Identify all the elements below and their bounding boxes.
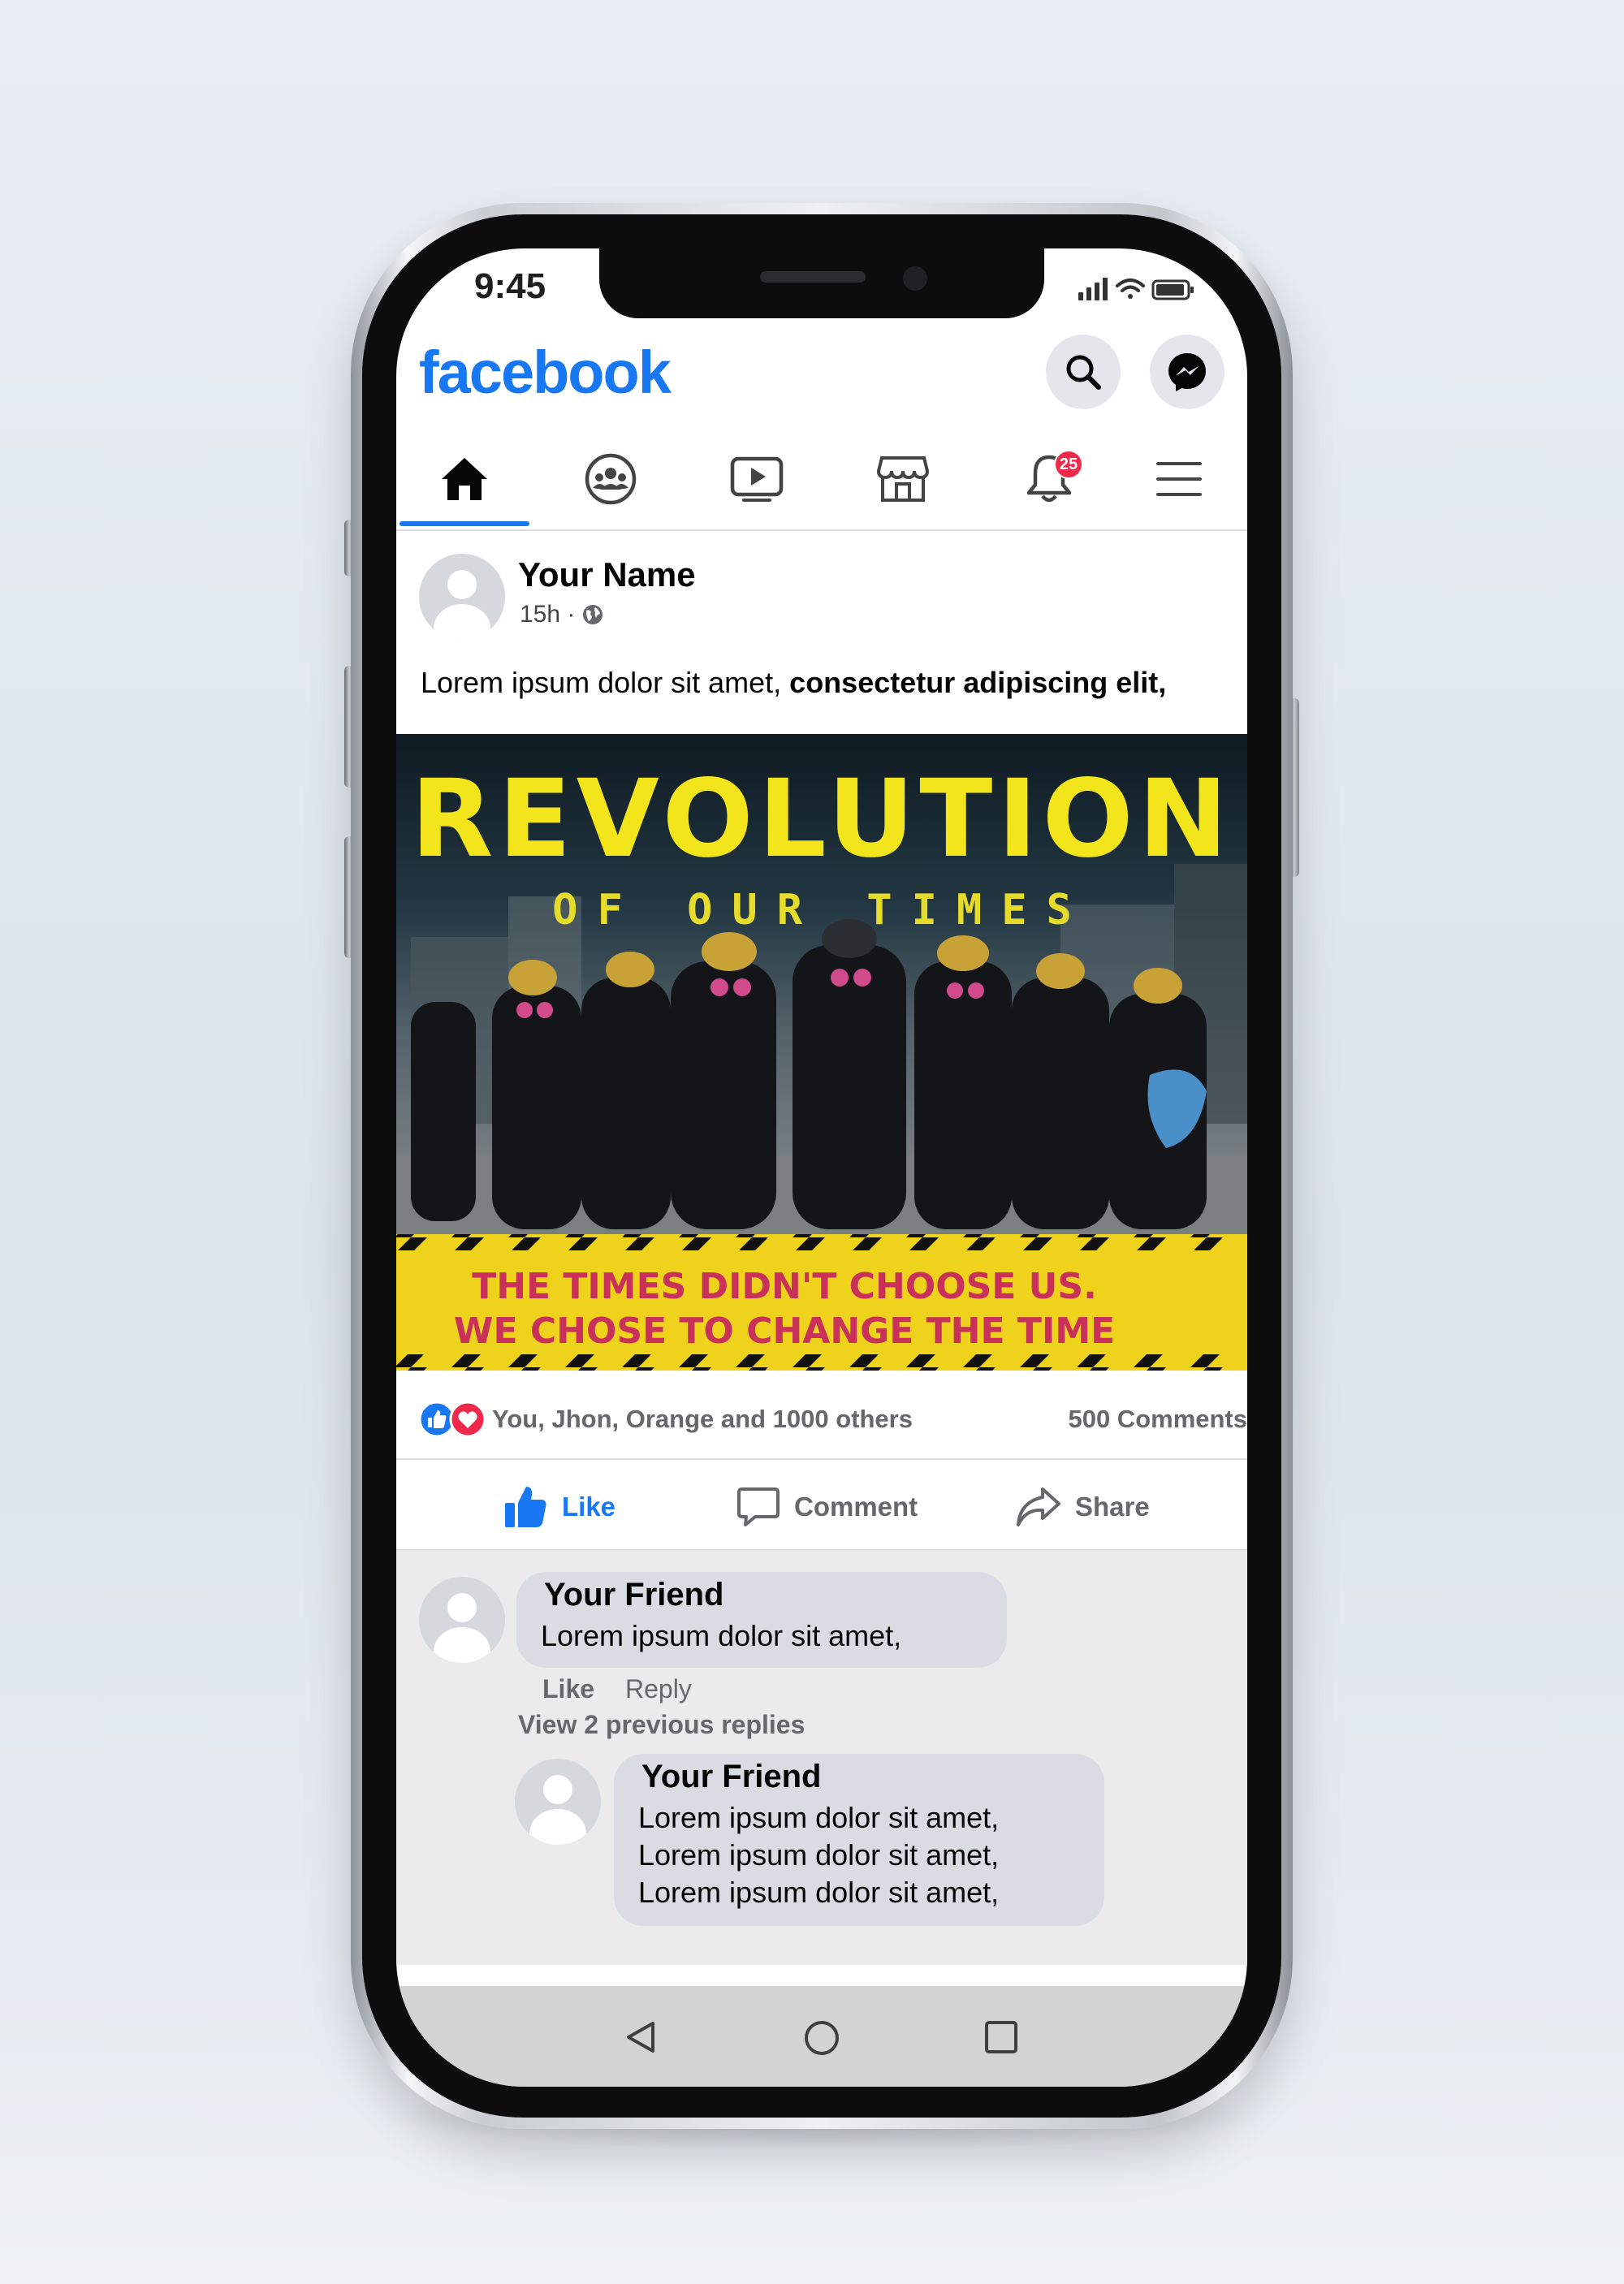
status-time: 9:45 bbox=[474, 266, 546, 306]
comment-button[interactable]: Comment bbox=[736, 1483, 918, 1531]
speaker bbox=[760, 271, 866, 283]
reply-text-line-3: Lorem ipsum dolor sit amet, bbox=[638, 1876, 1000, 1909]
post-text-plain: Lorem ipsum dolor sit amet, bbox=[421, 666, 790, 699]
home-circle-icon[interactable] bbox=[802, 2018, 841, 2057]
groups-icon bbox=[585, 453, 637, 505]
comment-text: Lorem ipsum dolor sit amet, bbox=[541, 1619, 902, 1652]
like-button[interactable]: Like bbox=[502, 1483, 615, 1531]
battery-icon bbox=[1151, 279, 1194, 300]
post-image[interactable]: REVOLUTION OF OUR TIMES THE TIMES DIDN'T… bbox=[396, 734, 1247, 1371]
tab-menu[interactable] bbox=[1114, 429, 1244, 529]
notification-badge: 25 bbox=[1054, 450, 1083, 479]
love-reaction-icon bbox=[449, 1401, 486, 1438]
view-previous-replies[interactable]: View 2 previous replies bbox=[518, 1710, 805, 1740]
globe-icon bbox=[583, 605, 603, 624]
search-icon bbox=[1066, 355, 1101, 390]
reaction-icons[interactable] bbox=[417, 1400, 492, 1439]
post-time: 15h · bbox=[520, 601, 576, 628]
phone-screen: 9:45 facebook 25 Your Name 15h · Lorem i… bbox=[396, 248, 1247, 2087]
post-meta: 15h · bbox=[520, 601, 604, 628]
image-subheadline: OF OUR TIMES bbox=[552, 886, 1091, 935]
image-banner-line1: THE TIMES DIDN'T CHOOSE US. bbox=[472, 1266, 1097, 1307]
tab-watch[interactable] bbox=[692, 429, 822, 529]
share-label: Share bbox=[1075, 1492, 1150, 1522]
commenter-avatar[interactable] bbox=[419, 1577, 505, 1663]
reply-avatar[interactable] bbox=[515, 1759, 601, 1845]
messenger-button[interactable] bbox=[1150, 335, 1224, 409]
reply-text-line-1: Lorem ipsum dolor sit amet, bbox=[638, 1801, 1000, 1834]
recents-icon[interactable] bbox=[983, 2018, 1020, 2056]
top-nav: 25 bbox=[396, 429, 1247, 531]
home-icon bbox=[442, 458, 487, 500]
notch bbox=[599, 248, 1044, 318]
image-banner-line2: WE CHOSE TO CHANGE THE TIME bbox=[454, 1310, 1115, 1352]
comment-like-link[interactable]: Like bbox=[542, 1674, 594, 1704]
tab-notifications[interactable]: 25 bbox=[984, 429, 1114, 529]
tab-marketplace[interactable] bbox=[838, 429, 968, 529]
messenger-icon bbox=[1168, 353, 1206, 391]
post-image-artwork: REVOLUTION OF OUR TIMES THE TIMES DIDN'T… bbox=[396, 734, 1247, 1371]
thumbs-up-icon bbox=[505, 1487, 546, 1527]
comment-label: Comment bbox=[794, 1492, 918, 1522]
tab-groups[interactable] bbox=[546, 429, 676, 529]
status-icons bbox=[1077, 273, 1199, 305]
search-button[interactable] bbox=[1046, 335, 1121, 409]
share-button[interactable]: Share bbox=[1015, 1483, 1150, 1531]
like-reaction-icon bbox=[418, 1401, 456, 1438]
like-label: Like bbox=[562, 1492, 616, 1522]
signal-icon bbox=[1078, 278, 1108, 300]
comment-bubble: Your Friend Lorem ipsum dolor sit amet, bbox=[516, 1572, 1007, 1668]
post-text-bold: consectetur adipiscing elit, bbox=[789, 666, 1167, 699]
post-author-name[interactable]: Your Name bbox=[518, 555, 696, 594]
watch-icon bbox=[730, 456, 784, 502]
tab-home[interactable] bbox=[400, 429, 529, 529]
active-tab-indicator bbox=[400, 521, 529, 526]
back-icon[interactable] bbox=[622, 2018, 659, 2056]
menu-icon bbox=[1156, 462, 1202, 496]
image-headline: REVOLUTION bbox=[411, 757, 1233, 882]
comments-count[interactable]: 500 Comments bbox=[1068, 1405, 1247, 1434]
comment-author[interactable]: Your Friend bbox=[544, 1577, 723, 1613]
marketplace-icon bbox=[876, 456, 930, 502]
reply-author[interactable]: Your Friend bbox=[641, 1759, 821, 1795]
reply-bubble: Your Friend Lorem ipsum dolor sit amet, … bbox=[614, 1754, 1104, 1926]
wifi-icon bbox=[1116, 278, 1145, 299]
reactions-summary[interactable]: You, Jhon, Orange and 1000 others bbox=[492, 1405, 913, 1434]
post-text: Lorem ipsum dolor sit amet, consectetur … bbox=[421, 666, 1166, 700]
share-icon bbox=[1017, 1487, 1060, 1526]
reply-text-line-2: Lorem ipsum dolor sit amet, bbox=[638, 1838, 1000, 1872]
comment-icon bbox=[737, 1487, 780, 1526]
front-camera bbox=[903, 266, 927, 291]
author-avatar[interactable] bbox=[419, 554, 505, 640]
facebook-logo[interactable]: facebook bbox=[419, 338, 672, 407]
android-nav-bar bbox=[396, 1986, 1247, 2087]
comment-reply-link[interactable]: Reply bbox=[625, 1674, 692, 1704]
